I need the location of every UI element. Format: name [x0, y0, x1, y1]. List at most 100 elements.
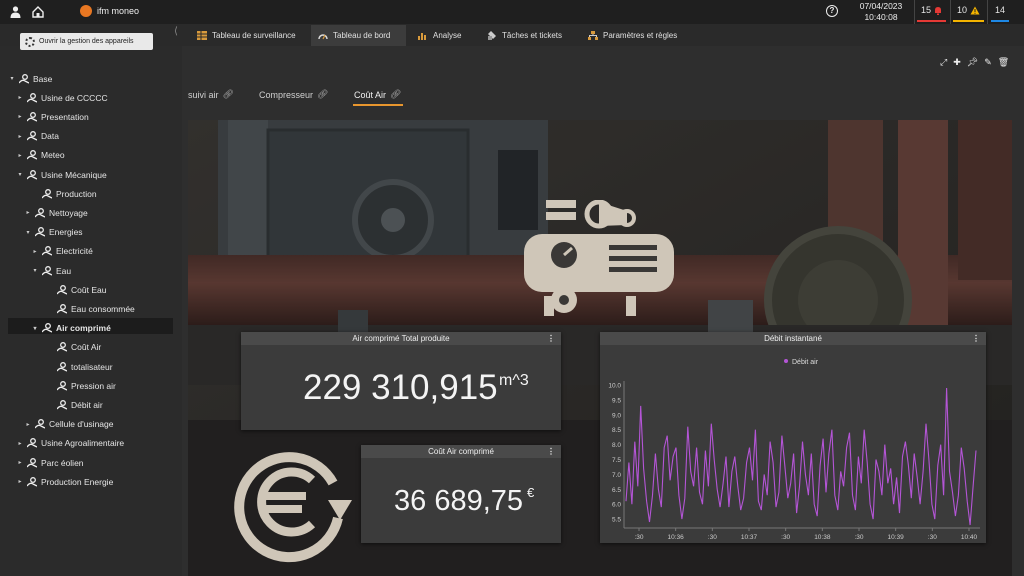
edit-icon[interactable]: ✎ — [984, 57, 992, 68]
chevron-down-icon[interactable]: ▾ — [31, 267, 39, 274]
chevron-right-icon[interactable]: ▸ — [24, 421, 32, 428]
chevron-right-icon[interactable]: ▸ — [16, 113, 24, 120]
tab-taches-tickets[interactable]: Tâches et tickets — [480, 25, 570, 46]
tree-item-label: Meteo — [41, 150, 65, 161]
tree-item[interactable]: ▸ Nettoyage — [24, 205, 88, 220]
chevron-right-icon[interactable]: ▸ — [16, 478, 24, 485]
tree-item-label: Nettoyage — [49, 207, 88, 218]
gauge-icon — [318, 34, 328, 40]
widget-title: Débit instantané — [764, 334, 822, 343]
chevron-down-icon[interactable]: ▾ — [24, 229, 32, 236]
tab-tableau-de-bord[interactable]: Tableau de bord — [311, 25, 406, 46]
widget-title: Coût Air comprimé — [428, 447, 494, 456]
fullscreen-icon[interactable]: ⤢ — [940, 57, 947, 68]
chevron-right-icon[interactable]: ▸ — [31, 248, 39, 255]
tree-item[interactable]: ▾ Air comprimé — [31, 321, 110, 336]
divider — [987, 0, 988, 24]
alarm-critical[interactable]: 15 — [917, 5, 947, 22]
widget-menu-icon[interactable]: ⋮ — [547, 445, 555, 458]
manage-devices-button[interactable]: Ouvrir la gestion des appareils — [20, 33, 153, 50]
dashboard-tab-compresseur[interactable]: Compresseur 🔗︎ — [259, 89, 328, 100]
add-icon[interactable]: ✚ — [953, 57, 961, 68]
node-icon — [57, 284, 67, 295]
delete-icon[interactable]: 🗑︎ — [998, 57, 1009, 68]
link-icon: 🔗︎ — [317, 89, 329, 99]
home-icon[interactable] — [31, 5, 45, 19]
tree-item[interactable]: ▸ Meteo — [16, 148, 65, 163]
widget-menu-icon[interactable]: ⋮ — [547, 332, 555, 345]
collapse-sidebar-icon[interactable]: ⟨ — [174, 26, 182, 44]
node-icon — [27, 438, 37, 448]
dashboard-tab-label: Compresseur — [259, 89, 314, 100]
tree-item[interactable]: ▾ Eau — [31, 263, 71, 278]
tree-item[interactable]: Coût Eau — [46, 282, 106, 297]
cost-air-unit: € — [527, 485, 535, 500]
chevron-right-icon[interactable]: ▸ — [16, 152, 24, 159]
help-icon[interactable]: ? — [826, 5, 838, 17]
cost-air-value: 36 689,75 — [394, 485, 524, 517]
chevron-right-icon[interactable]: ▸ — [16, 440, 24, 447]
widget-header: Débit instantané ⋮ — [600, 332, 986, 345]
chevron-right-icon[interactable]: ▸ — [16, 133, 24, 140]
tree-item[interactable]: ▸ Electricité — [31, 244, 92, 259]
tree-item[interactable]: Production — [31, 186, 97, 201]
chevron-right-icon[interactable]: ▸ — [16, 459, 24, 466]
tree-item[interactable]: totalisateur — [46, 359, 113, 374]
tree-item[interactable]: Pression air — [46, 378, 116, 393]
tree-item[interactable]: ▸ Usine de CCCCC — [16, 90, 107, 105]
table-icon — [197, 31, 207, 40]
tree-item-label: Production Energie — [41, 476, 114, 487]
tab-label: Tableau de bord — [333, 31, 391, 40]
y-tick-label: 6.5 — [612, 487, 621, 494]
euro-cycle-icon — [234, 452, 352, 563]
chevron-right-icon[interactable]: ▸ — [16, 94, 24, 101]
alarm-warning[interactable]: 10 — [953, 5, 985, 22]
tree-item[interactable]: Eau consommée — [46, 301, 135, 316]
time-text: 10:40:08 — [864, 12, 898, 22]
tree-item[interactable]: ▸ Data — [16, 129, 59, 144]
tab-label: Tâches et tickets — [502, 31, 563, 40]
chevron-right-icon[interactable]: ▸ — [24, 209, 32, 216]
x-tick-label: :30 — [634, 534, 643, 541]
tree-item-label: Data — [41, 131, 59, 142]
node-icon — [35, 419, 45, 429]
tree-item[interactable]: ▸ Cellule d'usinage — [24, 417, 113, 432]
pin-icon[interactable]: 📌︎ — [967, 57, 978, 68]
tree-item-label: Base — [33, 73, 53, 84]
tree-item[interactable]: ▸ Parc éolien — [16, 455, 83, 470]
node-icon — [27, 457, 37, 468]
date-text: 07/04/2023 — [859, 1, 903, 11]
user-icon[interactable] — [8, 5, 22, 19]
dashboard-tab-suivi-air[interactable]: suivi air 🔗︎ — [188, 89, 234, 100]
widget-menu-icon[interactable]: ⋮ — [972, 332, 980, 345]
bell-icon — [935, 6, 942, 15]
chevron-down-icon[interactable]: ▾ — [16, 171, 24, 178]
tree-item[interactable]: Coût Air — [46, 340, 101, 355]
tab-tableau-surveillance[interactable]: Tableau de surveillance — [190, 25, 308, 46]
node-icon — [27, 131, 37, 141]
y-tick-label: 8.5 — [612, 427, 621, 434]
tree-item[interactable]: ▸ Production Energie — [16, 474, 113, 489]
chevron-down-icon[interactable]: ▾ — [31, 325, 39, 332]
alarm-critical-count: 15 — [921, 5, 932, 15]
dashboard-tab-cout-air[interactable]: Coût Air 🔗︎ — [354, 89, 401, 100]
tab-analyse[interactable]: Analyse — [411, 25, 473, 46]
alarm-warning-count: 10 — [957, 5, 968, 15]
alarm-info[interactable]: 14 — [991, 5, 1010, 22]
tab-parametres-regles[interactable]: Paramètres et règles — [581, 25, 691, 46]
tree-item[interactable]: Débit air — [46, 397, 103, 412]
node-icon — [35, 227, 45, 237]
tree-item[interactable]: ▾ Usine Mécanique — [16, 167, 106, 182]
tree-item[interactable]: ▸ Presentation — [16, 109, 88, 124]
x-tick-label: 10:39 — [888, 534, 905, 541]
widget-header: Coût Air comprimé ⋮ — [361, 445, 561, 458]
tree-item[interactable]: ▾ Base — [8, 71, 52, 86]
tree-item-label: Energies — [49, 227, 83, 238]
tree-item[interactable]: ▾ Energies — [24, 225, 83, 240]
node-icon — [42, 323, 52, 333]
chevron-down-icon[interactable]: ▾ — [8, 75, 16, 82]
node-icon — [27, 169, 37, 180]
tree-item-label: Coût Eau — [71, 284, 107, 295]
node-icon — [27, 150, 37, 160]
tree-item[interactable]: ▸ Usine Agroalimentaire — [16, 436, 124, 451]
